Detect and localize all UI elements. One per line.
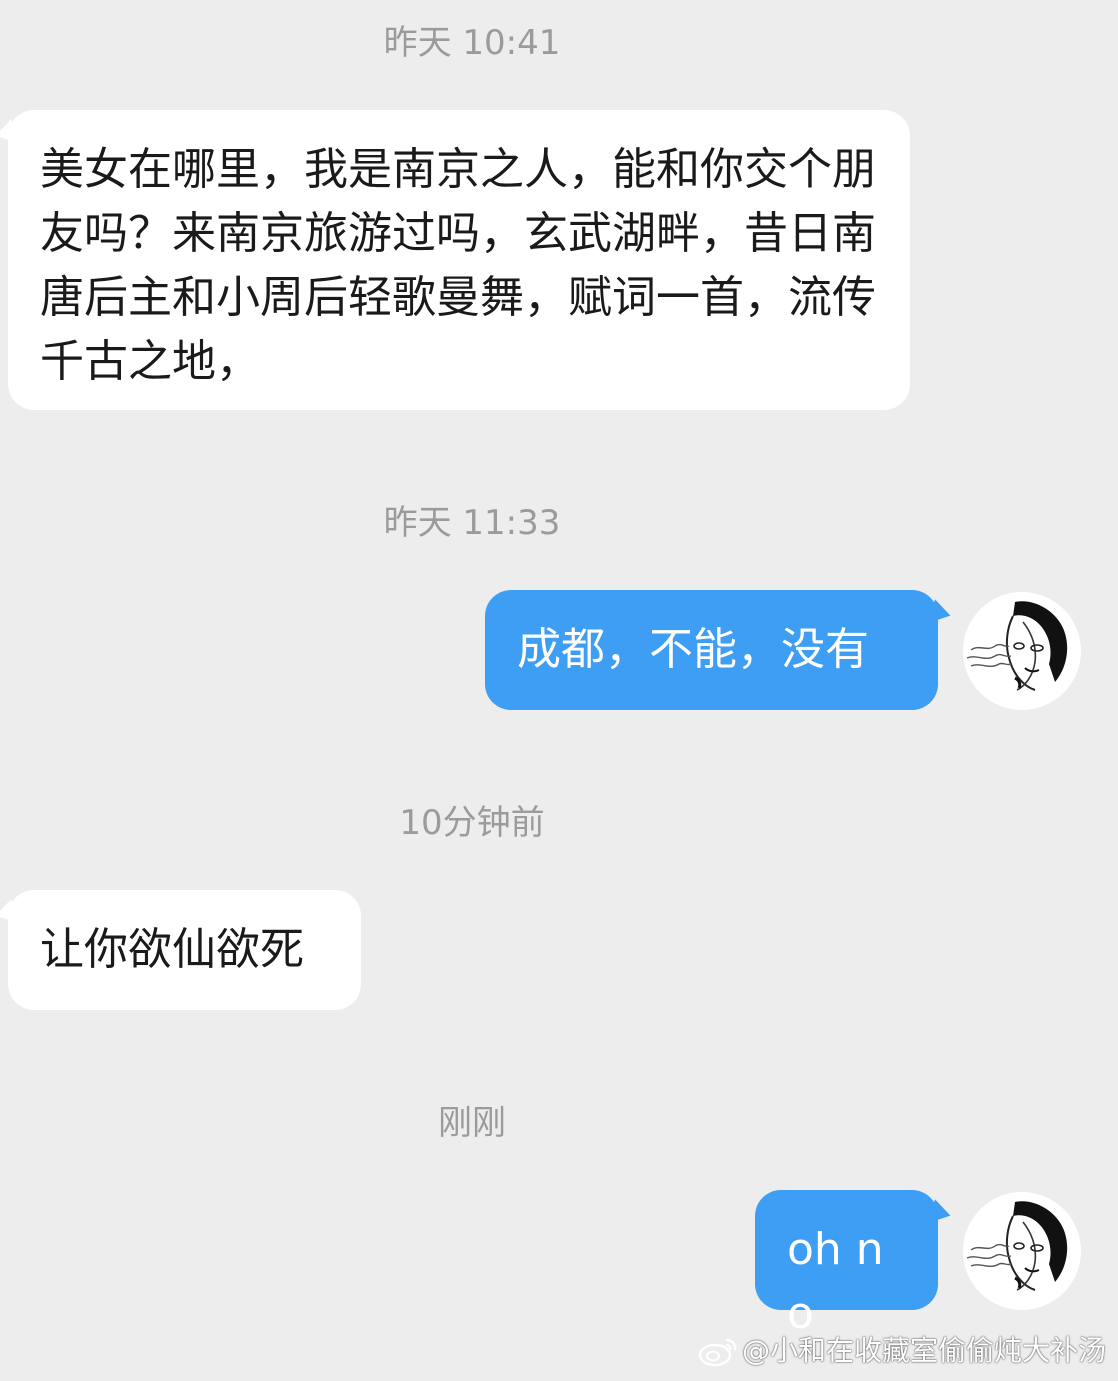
bubble-tail (926, 1199, 954, 1231)
watermark-text: @小和在收藏室偷偷炖大补汤 (741, 1334, 1106, 1367)
outgoing-message-bubble[interactable]: 成都，不能，没有 (485, 590, 954, 710)
timestamp: 10分钟前 (399, 803, 545, 843)
message-text: 美女在哪里，我是南京之人，能和你交个朋友吗？来南京旅游过吗，玄武湖畔，昔日南唐后… (40, 144, 876, 387)
weibo-icon (698, 1334, 738, 1368)
bubble-tail (0, 899, 20, 931)
message-text: 让你欲仙欲死 (40, 924, 304, 975)
message-text: 成都，不能，没有 (517, 624, 869, 675)
bubble-tail (926, 599, 954, 631)
timestamp: 昨天 11:33 (383, 503, 561, 543)
watermark: @小和在收藏室偷偷炖大补汤 (698, 1331, 1106, 1371)
bubble-tail (0, 119, 20, 151)
incoming-message-bubble[interactable]: 美女在哪里，我是南京之人，能和你交个朋友吗？来南京旅游过吗，玄武湖畔，昔日南唐后… (0, 110, 910, 410)
user-avatar-illustration-icon (963, 592, 1081, 710)
user-avatar-illustration-icon (963, 1192, 1081, 1310)
incoming-message-bubble[interactable]: 让你欲仙欲死 (0, 890, 361, 1010)
avatar[interactable] (963, 1192, 1081, 1310)
avatar[interactable] (963, 592, 1081, 710)
timestamp: 昨天 10:41 (383, 23, 561, 63)
message-text: oh no (787, 1224, 884, 1339)
timestamp: 刚刚 (438, 1103, 506, 1143)
outgoing-message-bubble[interactable]: oh no (755, 1190, 954, 1339)
